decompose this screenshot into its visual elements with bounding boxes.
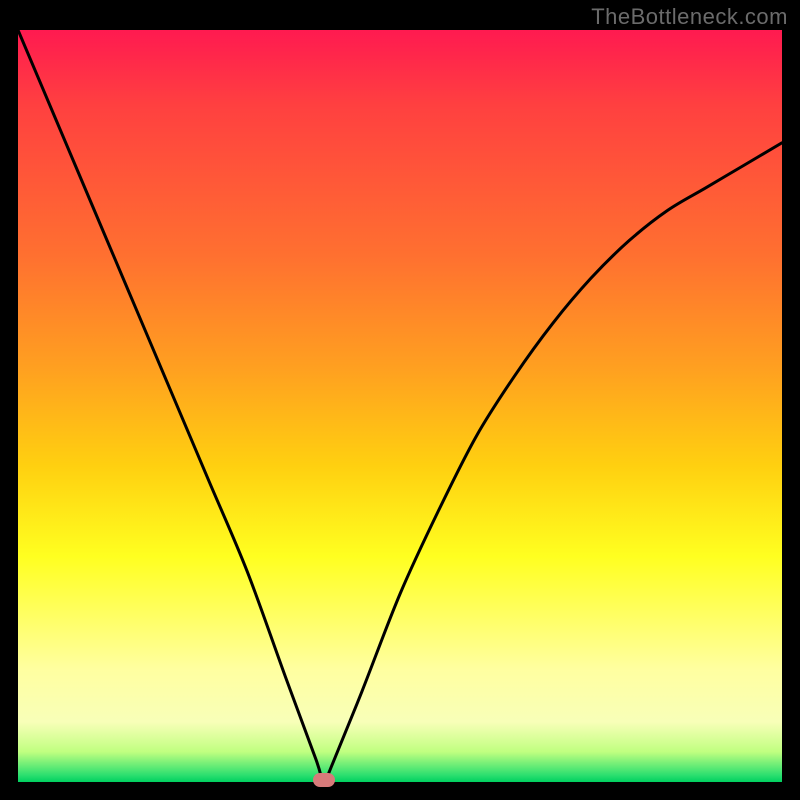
- bottleneck-curve-svg: [18, 30, 782, 782]
- watermark-text: TheBottleneck.com: [591, 4, 788, 30]
- bottleneck-curve-path: [18, 30, 782, 782]
- chart-frame: [18, 30, 782, 782]
- minimum-marker: [313, 773, 335, 787]
